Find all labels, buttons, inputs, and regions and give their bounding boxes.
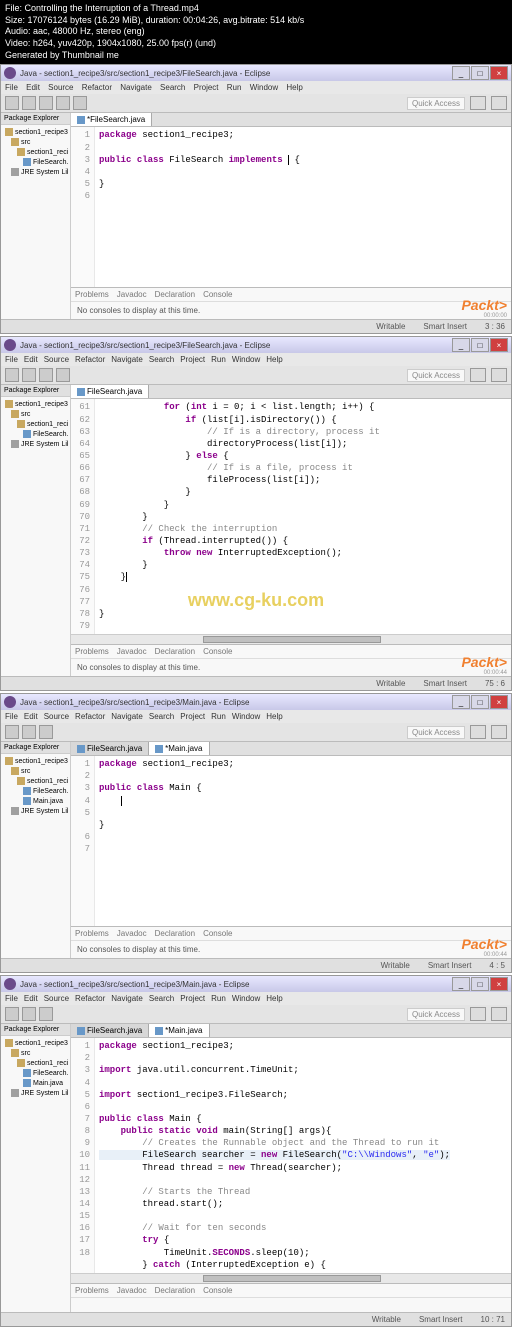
maximize-button[interactable]: □: [471, 66, 489, 80]
menu-file[interactable]: File: [5, 83, 18, 92]
tree-project[interactable]: section1_recipe3: [3, 127, 68, 137]
menubar: FileEditSourceRefactorNavigateSearchProj…: [1, 353, 511, 366]
sidebar-title: Package Explorer: [4, 115, 67, 122]
package-explorer: Package Explorer section1_recipe3 src se…: [1, 113, 71, 319]
gen-line: Generated by Thumbnail me: [5, 50, 507, 62]
package-icon: [17, 148, 25, 156]
minimize-button[interactable]: _: [452, 338, 470, 352]
toolbar: Quick Access: [1, 94, 511, 113]
code-body[interactable]: package section1_recipe3; public class F…: [95, 127, 511, 287]
window-title: Java - section1_recipe3/src/section1_rec…: [20, 341, 452, 350]
titlebar: Java - section1_recipe3/src/section1_rec…: [1, 337, 511, 353]
menu-window[interactable]: Window: [250, 83, 278, 92]
size-line: Size: 17076124 bytes (16.29 MiB), durati…: [5, 15, 507, 27]
horizontal-scrollbar[interactable]: [71, 634, 511, 644]
tab-problems[interactable]: Problems: [75, 290, 109, 299]
toolbar-icon[interactable]: [39, 96, 53, 110]
toolbar: Quick Access: [1, 366, 511, 385]
menu-navigate[interactable]: Navigate: [120, 83, 152, 92]
menu-refactor[interactable]: Refactor: [82, 83, 112, 92]
tab-declaration[interactable]: Declaration: [155, 290, 195, 299]
perspective-button[interactable]: [491, 96, 507, 110]
perspective-button[interactable]: [470, 96, 486, 110]
menubar: File Edit Source Refactor Navigate Searc…: [1, 81, 511, 94]
status-position: 3 : 36: [485, 322, 505, 331]
status-writable: Writable: [376, 322, 405, 331]
menu-project[interactable]: Project: [194, 83, 219, 92]
java-file-icon: [23, 158, 31, 166]
horizontal-scrollbar[interactable]: [71, 1273, 511, 1283]
console-panel: Problems Javadoc Declaration Console No …: [71, 287, 511, 319]
titlebar: Java - section1_recipe3/src/section1_rec…: [1, 65, 511, 81]
eclipse-window-3: Java - section1_recipe3/src/section1_rec…: [0, 693, 512, 973]
toolbar-icon[interactable]: [56, 96, 70, 110]
console-message: No consoles to display at this time.: [71, 302, 511, 319]
package-explorer: Package Explorer section1_recipe3 src se…: [1, 385, 71, 676]
editor-tab[interactable]: *Main.java: [149, 742, 209, 755]
menu-source[interactable]: Source: [48, 83, 73, 92]
status-insert: Smart Insert: [423, 322, 467, 331]
eclipse-icon: [4, 67, 16, 79]
line-gutter: 123456: [71, 127, 95, 287]
code-editor[interactable]: 123456 package section1_recipe3; public …: [71, 127, 511, 287]
maximize-button[interactable]: □: [471, 338, 489, 352]
packt-watermark: Packt>00:00:00: [461, 297, 507, 319]
menu-edit[interactable]: Edit: [26, 83, 40, 92]
tree-file[interactable]: FileSearch.java: [3, 157, 68, 167]
tree-jre[interactable]: JRE System Library [Java]: [3, 167, 68, 177]
tab-javadoc[interactable]: Javadoc: [117, 290, 147, 299]
project-icon: [5, 128, 13, 136]
audio-line: Audio: aac, 48000 Hz, stereo (eng): [5, 26, 507, 38]
statusbar: Writable Smart Insert 3 : 36: [1, 319, 511, 333]
tab-console[interactable]: Console: [203, 290, 232, 299]
folder-icon: [11, 138, 19, 146]
quick-access[interactable]: Quick Access: [407, 97, 465, 110]
library-icon: [11, 168, 19, 176]
editor-tab[interactable]: *FileSearch.java: [71, 113, 152, 126]
site-watermark: www.cg-ku.com: [188, 590, 324, 611]
minimize-button[interactable]: _: [452, 66, 470, 80]
media-info-header: File: Controlling the Interruption of a …: [0, 0, 512, 64]
menu-help[interactable]: Help: [286, 83, 302, 92]
video-line: Video: h264, yuv420p, 1904x1080, 25.00 f…: [5, 38, 507, 50]
toolbar-icon[interactable]: [73, 96, 87, 110]
close-button[interactable]: ×: [490, 66, 508, 80]
file-line: File: Controlling the Interruption of a …: [5, 3, 507, 15]
code-editor[interactable]: 1234567 package section1_recipe3; public…: [71, 756, 511, 926]
eclipse-window-4: Java - section1_recipe3/src/section1_rec…: [0, 975, 512, 1327]
tree-src[interactable]: src: [3, 137, 68, 147]
tree-package[interactable]: section1_recipe3: [3, 147, 68, 157]
menu-run[interactable]: Run: [227, 83, 242, 92]
editor-area: *FileSearch.java 123456 package section1…: [71, 113, 511, 319]
editor-tab[interactable]: FileSearch.java: [71, 742, 149, 755]
code-editor[interactable]: 123456789101112131415161718 package sect…: [71, 1038, 511, 1273]
close-button[interactable]: ×: [490, 338, 508, 352]
eclipse-window-1: Java - section1_recipe3/src/section1_rec…: [0, 64, 512, 334]
eclipse-window-2: www.cg-ku.com Java - section1_recipe3/sr…: [0, 336, 512, 691]
menu-search[interactable]: Search: [160, 83, 185, 92]
toolbar-icon[interactable]: [22, 96, 36, 110]
window-title: Java - section1_recipe3/src/section1_rec…: [20, 69, 452, 78]
eclipse-icon: [4, 339, 16, 351]
java-file-icon: [77, 116, 85, 124]
toolbar-icon[interactable]: [5, 96, 19, 110]
